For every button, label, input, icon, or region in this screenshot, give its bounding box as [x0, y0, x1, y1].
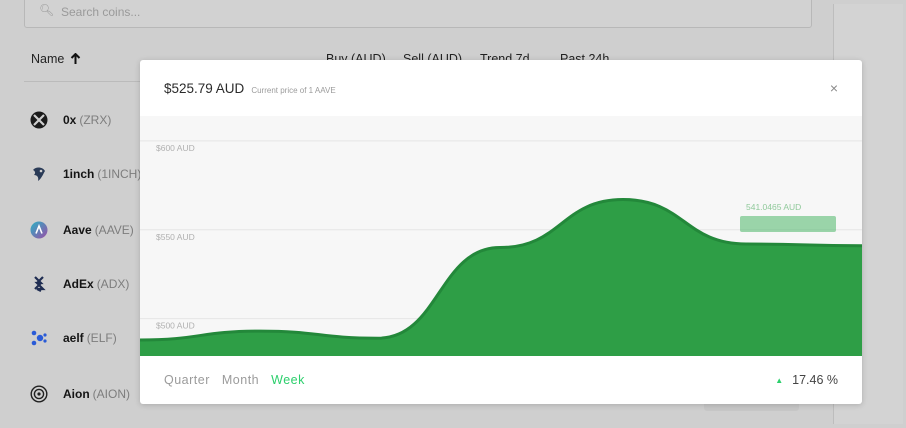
up-arrow-icon: ▲: [775, 375, 784, 385]
price-chart-modal: $525.79 AUD Current price of 1 AAVE × $6…: [140, 60, 862, 404]
column-header-name-label: Name: [31, 52, 65, 66]
chart-tooltip-label: 541.0465 AUD: [746, 202, 801, 212]
coin-ticker: (ADX): [96, 277, 130, 291]
coin-row[interactable]: Aion (AION): [30, 381, 130, 407]
chart-tooltip: [740, 216, 836, 232]
zrx-icon: [30, 111, 48, 129]
coin-name: aelf: [63, 331, 84, 345]
coin-row[interactable]: Aave (AAVE): [30, 217, 134, 243]
coin-name: 1inch: [63, 167, 95, 181]
coin-name: AdEx: [63, 277, 94, 291]
search-input[interactable]: 🔍︎ Search coins...: [24, 0, 812, 28]
search-placeholder: Search coins...: [61, 5, 141, 19]
column-header-name[interactable]: Name: [31, 52, 81, 66]
aave-icon: [30, 221, 48, 239]
aion-icon: [30, 385, 48, 403]
y-tick-label: $600 AUD: [156, 143, 195, 153]
coin-ticker: (1INCH): [97, 167, 142, 181]
coin-row[interactable]: 0x (ZRX): [30, 107, 111, 133]
coin-ticker: (ZRX): [79, 113, 112, 127]
price-change-value: 17.46 %: [792, 373, 838, 387]
modal-header: $525.79 AUD Current price of 1 AAVE: [164, 81, 336, 96]
price-chart-svg: $600 AUD $550 AUD $500 AUD 541.0465 AUD: [140, 140, 862, 356]
coin-row[interactable]: aelf (ELF): [30, 325, 117, 351]
header-divider: [24, 81, 154, 82]
tab-quarter[interactable]: Quarter: [164, 373, 210, 387]
coin-name: Aave: [63, 223, 92, 237]
coin-ticker: (AION): [92, 387, 131, 401]
y-tick-label: $500 AUD: [156, 321, 195, 331]
coin-ticker: (AAVE): [94, 223, 134, 237]
coin-row[interactable]: 1inch (1INCH): [30, 161, 141, 187]
price-chart: $600 AUD $550 AUD $500 AUD 541.0465 AUD: [140, 116, 862, 356]
current-price-caption: Current price of 1 AAVE: [251, 86, 336, 95]
coin-row[interactable]: AdEx (ADX): [30, 271, 129, 297]
period-tabs: Quarter Month Week: [164, 373, 317, 387]
sort-ascending-icon: [71, 53, 81, 64]
adex-icon: [30, 275, 48, 293]
tab-week[interactable]: Week: [271, 373, 305, 387]
coin-name: Aion: [63, 387, 90, 401]
close-button[interactable]: ×: [830, 80, 838, 96]
1inch-icon: [30, 165, 48, 183]
y-tick-label: $550 AUD: [156, 232, 195, 242]
current-price: $525.79 AUD: [164, 81, 245, 96]
coin-ticker: (ELF): [86, 331, 117, 345]
coin-name: 0x: [63, 113, 77, 127]
aelf-icon: [30, 329, 48, 347]
search-icon: 🔍︎: [39, 3, 55, 17]
price-change: ▲ 17.46 %: [775, 373, 838, 387]
tab-month[interactable]: Month: [222, 373, 259, 387]
